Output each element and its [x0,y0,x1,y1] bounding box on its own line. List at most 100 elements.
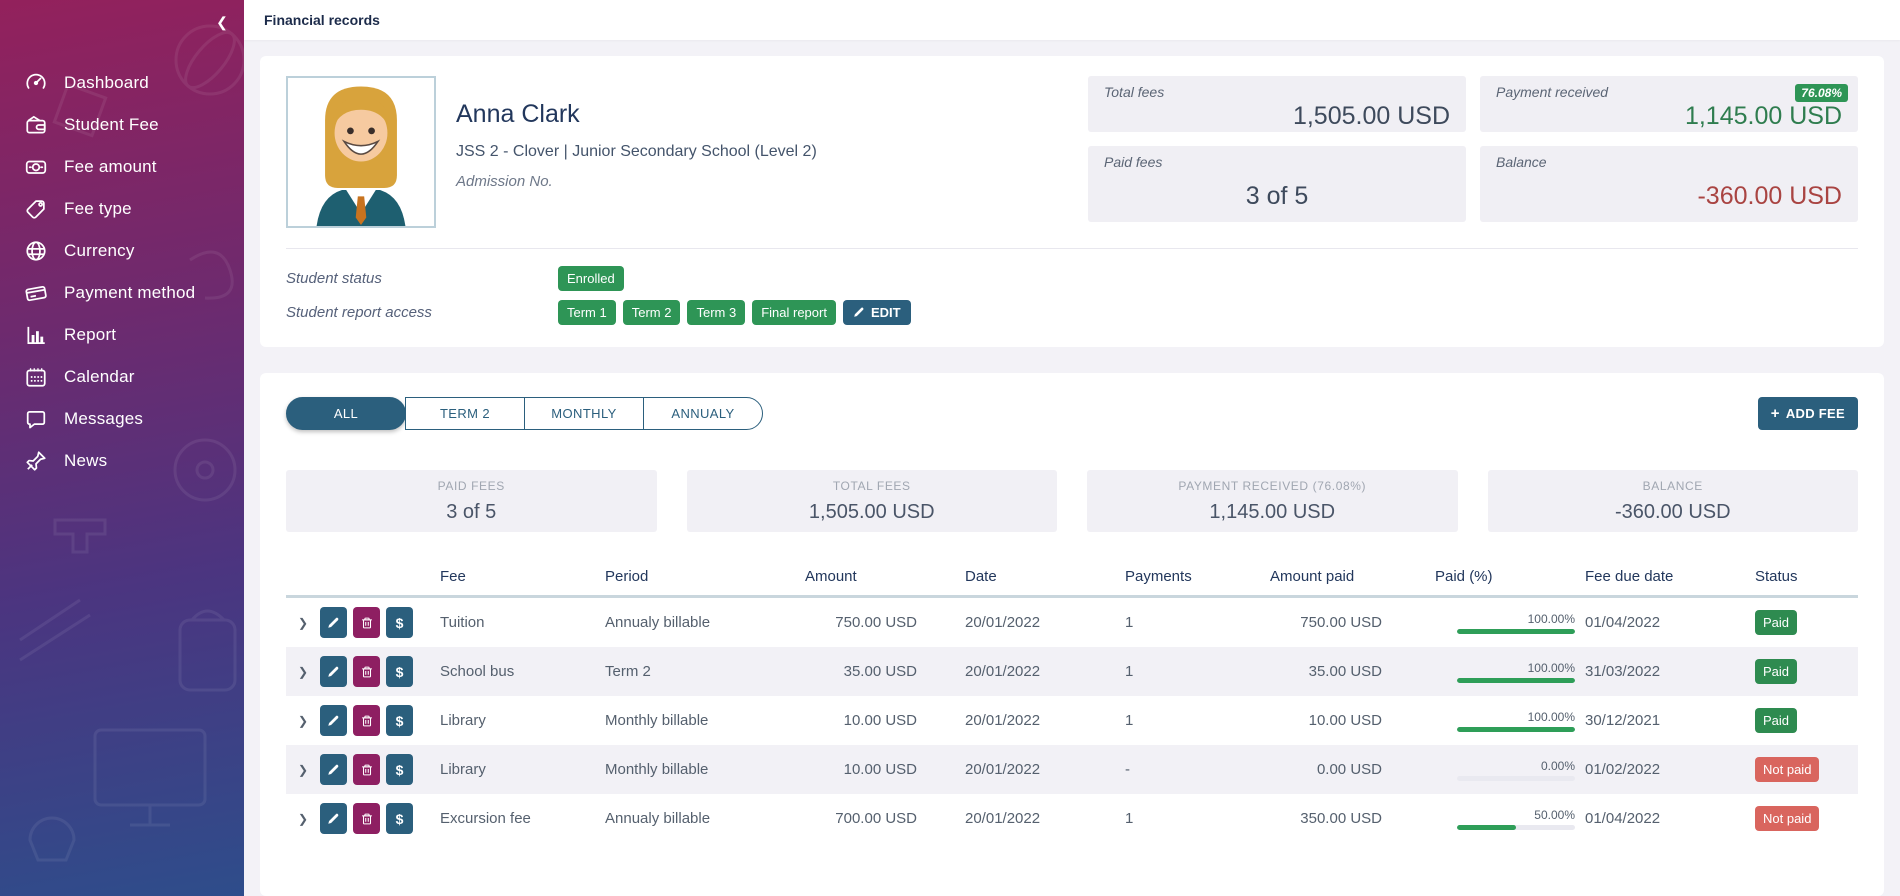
cell-amount: 35.00 USD [805,663,917,680]
cell-fee-due-date: 01/04/2022 [1585,614,1755,631]
expand-row-icon[interactable]: ❯ [286,616,320,630]
cell-fee-due-date: 01/02/2022 [1585,761,1755,778]
sidebar-item-fee-amount[interactable]: Fee amount [0,146,244,188]
tab-annualy[interactable]: ANNUALY [643,397,763,430]
tab-term2[interactable]: TERM 2 [405,397,525,430]
col-period: Period [605,568,805,585]
delete-fee-button[interactable] [353,803,380,834]
pencil-icon [327,665,340,678]
term1-badge: Term 1 [558,300,616,325]
table-row[interactable]: ❯ $ Tuition Annualy billable 750.00 USD … [286,598,1858,647]
credit-card-icon [24,281,48,305]
sidebar-item-news[interactable]: News [0,440,244,482]
cell-date: 20/01/2022 [965,712,1125,729]
edit-report-access-button[interactable]: EDIT [843,300,911,325]
sidebar-item-messages[interactable]: Messages [0,398,244,440]
pay-fee-button[interactable]: $ [386,656,413,687]
tab-monthly[interactable]: MONTHLY [524,397,644,430]
sidebar-item-calendar[interactable]: Calendar [0,356,244,398]
cell-amount-paid: 10.00 USD [1270,712,1382,729]
add-fee-label: ADD FEE [1786,406,1845,421]
edit-fee-button[interactable] [320,705,347,736]
fees-toolbar: ALL TERM 2 MONTHLY ANNUALY + ADD FEE [286,397,1858,430]
sidebar-item-report[interactable]: Report [0,314,244,356]
pay-fee-button[interactable]: $ [386,754,413,785]
student-info: Anna Clark JSS 2 - Clover | Junior Secon… [456,76,817,190]
messages-icon [24,407,48,431]
paid-fees-mini-card: PAID FEES 3 of 5 [286,470,657,532]
sidebar-item-label: Student Fee [64,115,159,135]
fees-card: ALL TERM 2 MONTHLY ANNUALY + ADD FEE PAI… [260,373,1884,896]
admission-number-label: Admission No. [456,173,817,190]
table-row[interactable]: ❯ $ Library Monthly billable 10.00 USD 2… [286,696,1858,745]
pay-fee-button[interactable]: $ [386,607,413,638]
mini-value: 1,505.00 USD [809,501,935,524]
delete-fee-button[interactable] [353,754,380,785]
sidebar-item-label: Dashboard [64,73,149,93]
cell-period: Monthly billable [605,761,805,778]
edit-fee-button[interactable] [320,607,347,638]
cell-fee-due-date: 01/04/2022 [1585,810,1755,827]
sidebar-item-student-fee[interactable]: Student Fee [0,104,244,146]
delete-fee-button[interactable] [353,607,380,638]
fees-filter-tabs: ALL TERM 2 MONTHLY ANNUALY [286,397,763,430]
add-fee-button[interactable]: + ADD FEE [1758,397,1858,430]
sidebar: ❮ Dashboard Student Fee Fee amount Fee t… [0,0,244,896]
cell-payments: 1 [1125,663,1270,680]
edit-button-label: EDIT [871,305,901,320]
sidebar-item-label: Fee amount [64,157,157,177]
paid-fees-value: 3 of 5 [1104,182,1450,211]
cell-period: Monthly billable [605,712,805,729]
expand-row-icon[interactable]: ❯ [286,812,320,826]
cell-fee: Tuition [440,614,605,631]
student-avatar [286,76,436,228]
paid-progress-bar [1457,678,1575,683]
delete-fee-button[interactable] [353,656,380,687]
balance-card: Balance -360.00 USD [1480,146,1858,222]
table-row[interactable]: ❯ $ School bus Term 2 35.00 USD 20/01/20… [286,647,1858,696]
sidebar-item-dashboard[interactable]: Dashboard [0,62,244,104]
pay-fee-button[interactable]: $ [386,803,413,834]
cell-payments: 1 [1125,712,1270,729]
edit-fee-button[interactable] [320,656,347,687]
cell-date: 20/01/2022 [965,614,1125,631]
cell-amount-paid: 350.00 USD [1270,810,1382,827]
table-row[interactable]: ❯ $ Excursion fee Annualy billable 700.0… [286,794,1858,843]
cell-fee: Excursion fee [440,810,605,827]
edit-fee-button[interactable] [320,754,347,785]
edit-fee-button[interactable] [320,803,347,834]
sidebar-item-currency[interactable]: Currency [0,230,244,272]
sidebar-item-payment-method[interactable]: Payment method [0,272,244,314]
report-access-label: Student report access [286,304,558,321]
col-fee-due-date: Fee due date [1585,568,1755,585]
col-paid-pct: Paid (%) [1435,568,1585,585]
paid-percent-value: 100.00% [1457,661,1575,675]
expand-row-icon[interactable]: ❯ [286,763,320,777]
fee-table-header: Fee Period Amount Date Payments Amount p… [286,558,1858,598]
total-fees-mini-card: TOTAL FEES 1,505.00 USD [687,470,1058,532]
sidebar-item-label: Calendar [64,367,135,387]
student-name: Anna Clark [456,100,817,129]
sidebar-item-fee-type[interactable]: Fee type [0,188,244,230]
cell-amount-paid: 0.00 USD [1270,761,1382,778]
mini-label: TOTAL FEES [833,479,911,493]
fees-summary-cards: PAID FEES 3 of 5 TOTAL FEES 1,505.00 USD… [286,470,1858,532]
pencil-icon [327,812,340,825]
status-badge: Paid [1755,708,1797,733]
paid-progress-bar [1457,776,1575,781]
pay-fee-button[interactable]: $ [386,705,413,736]
table-row[interactable]: ❯ $ Library Monthly billable 10.00 USD 2… [286,745,1858,794]
tab-all[interactable]: ALL [286,397,406,430]
status-badge: Enrolled [558,266,624,291]
delete-fee-button[interactable] [353,705,380,736]
expand-row-icon[interactable]: ❯ [286,714,320,728]
mini-label: PAYMENT RECEIVED (76.08%) [1178,479,1366,493]
paid-fees-label: Paid fees [1104,154,1450,170]
page-title: Financial records [264,12,380,28]
mini-label: PAID FEES [438,479,505,493]
payment-received-label: Payment received [1496,84,1842,100]
expand-row-icon[interactable]: ❯ [286,665,320,679]
balance-mini-card: BALANCE -360.00 USD [1488,470,1859,532]
pin-icon [24,449,48,473]
divider [286,248,1858,249]
